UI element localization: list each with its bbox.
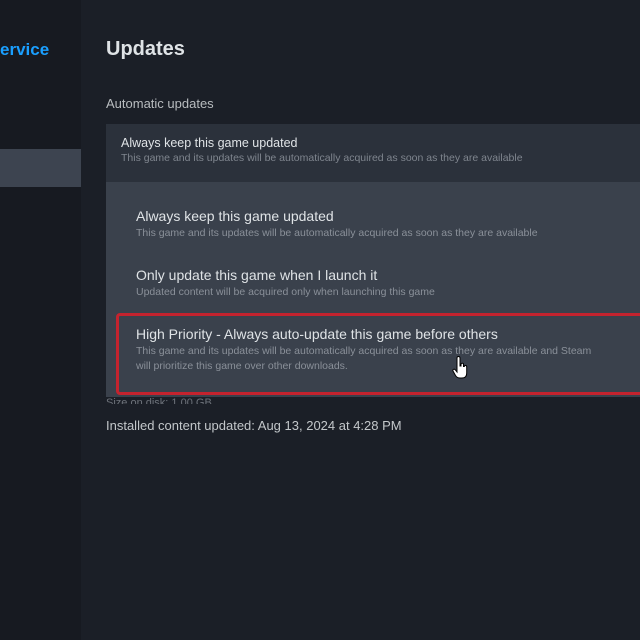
hand-pointer-cursor-icon	[452, 356, 468, 379]
dropdown-option-always-update[interactable]: Always keep this game updated This game …	[136, 208, 640, 239]
size-on-disk-text: Size on disk: 1.00 GB	[106, 397, 212, 404]
automatic-updates-label: Automatic updates	[106, 96, 214, 111]
sidebar-item-updates[interactable]	[0, 149, 81, 187]
dropdown-selected-desc: This game and its updates will be automa…	[121, 152, 523, 164]
page-title: Updates	[106, 38, 185, 60]
option-title: Always keep this game updated	[136, 208, 334, 224]
steam-game-properties-window: ervice Updates Automatic updates Always …	[0, 0, 640, 640]
installed-content-updated-text: Installed content updated: Aug 13, 2024 …	[106, 418, 402, 433]
sidebar: ervice	[0, 0, 81, 640]
option-desc: Updated content will be acquired only wh…	[136, 286, 435, 298]
highlight-annotation-box	[116, 313, 640, 395]
dropdown-selected-title: Always keep this game updated	[121, 136, 298, 150]
option-title: Only update this game when I launch it	[136, 267, 378, 283]
option-desc: This game and its updates will be automa…	[136, 227, 538, 239]
dropdown-option-update-on-launch[interactable]: Only update this game when I launch it U…	[136, 267, 640, 298]
sidebar-brand-text: ervice	[0, 40, 50, 59]
automatic-updates-dropdown[interactable]: Always keep this game updated This game …	[106, 124, 640, 182]
